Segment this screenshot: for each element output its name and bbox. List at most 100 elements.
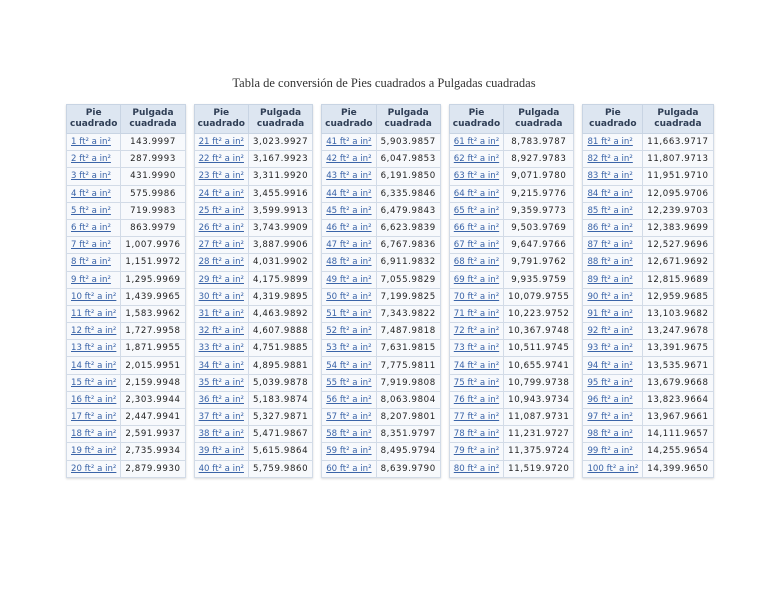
- conversion-link[interactable]: 28 ft² a in²: [193, 253, 249, 272]
- conversion-link[interactable]: 88 ft² a in²: [582, 253, 644, 272]
- conversion-link[interactable]: 14 ft² a in²: [65, 356, 122, 375]
- conversion-link[interactable]: 67 ft² a in²: [448, 236, 505, 255]
- conversion-link[interactable]: 58 ft² a in²: [321, 425, 377, 444]
- conversion-link[interactable]: 73 ft² a in²: [448, 339, 505, 358]
- conversion-link[interactable]: 1 ft² a in²: [65, 132, 122, 152]
- conversion-link[interactable]: 74 ft² a in²: [448, 356, 505, 375]
- conversion-link[interactable]: 99 ft² a in²: [582, 442, 644, 461]
- conversion-link[interactable]: 25 ft² a in²: [193, 201, 249, 220]
- conversion-link[interactable]: 23 ft² a in²: [193, 167, 249, 186]
- conversion-link[interactable]: 78 ft² a in²: [448, 425, 505, 444]
- conversion-link[interactable]: 92 ft² a in²: [582, 322, 644, 341]
- conversion-link[interactable]: 76 ft² a in²: [448, 390, 505, 410]
- conversion-link[interactable]: 43 ft² a in²: [321, 167, 377, 186]
- conversion-link[interactable]: 30 ft² a in²: [193, 287, 249, 306]
- conversion-link[interactable]: 32 ft² a in²: [193, 322, 249, 341]
- conversion-link[interactable]: 57 ft² a in²: [321, 407, 377, 427]
- conversion-link[interactable]: 29 ft² a in²: [193, 270, 249, 289]
- conversion-link[interactable]: 80 ft² a in²: [448, 459, 505, 478]
- conversion-link[interactable]: 98 ft² a in²: [582, 425, 644, 444]
- conversion-link[interactable]: 48 ft² a in²: [321, 253, 377, 272]
- conversion-link[interactable]: 59 ft² a in²: [321, 442, 377, 461]
- conversion-link[interactable]: 63 ft² a in²: [448, 167, 505, 186]
- conversion-link[interactable]: 79 ft² a in²: [448, 442, 505, 461]
- conversion-link[interactable]: 47 ft² a in²: [321, 236, 377, 255]
- conversion-link[interactable]: 90 ft² a in²: [582, 287, 644, 306]
- conversion-link[interactable]: 100 ft² a in²: [582, 459, 644, 478]
- conversion-link[interactable]: 52 ft² a in²: [321, 322, 377, 341]
- conversion-link[interactable]: 33 ft² a in²: [193, 339, 249, 358]
- conversion-link[interactable]: 16 ft² a in²: [65, 390, 122, 410]
- conversion-link[interactable]: 83 ft² a in²: [582, 167, 644, 186]
- conversion-link[interactable]: 75 ft² a in²: [448, 373, 505, 392]
- conversion-link[interactable]: 72 ft² a in²: [448, 322, 505, 341]
- conversion-link[interactable]: 51 ft² a in²: [321, 304, 377, 324]
- conversion-link[interactable]: 85 ft² a in²: [582, 201, 644, 220]
- conversion-link[interactable]: 27 ft² a in²: [193, 236, 249, 255]
- conversion-link[interactable]: 44 ft² a in²: [321, 184, 377, 203]
- conversion-link[interactable]: 5 ft² a in²: [65, 201, 122, 220]
- conversion-link[interactable]: 49 ft² a in²: [321, 270, 377, 289]
- conversion-link[interactable]: 4 ft² a in²: [65, 184, 122, 203]
- conversion-link[interactable]: 91 ft² a in²: [582, 304, 644, 324]
- conversion-link[interactable]: 69 ft² a in²: [448, 270, 505, 289]
- conversion-link[interactable]: 24 ft² a in²: [193, 184, 249, 203]
- conversion-link[interactable]: 34 ft² a in²: [193, 356, 249, 375]
- conversion-link[interactable]: 71 ft² a in²: [448, 304, 505, 324]
- conversion-link[interactable]: 40 ft² a in²: [193, 459, 249, 478]
- conversion-link[interactable]: 50 ft² a in²: [321, 287, 377, 306]
- conversion-link[interactable]: 42 ft² a in²: [321, 150, 377, 169]
- conversion-link[interactable]: 65 ft² a in²: [448, 201, 505, 220]
- conversion-link[interactable]: 96 ft² a in²: [582, 390, 644, 410]
- conversion-link[interactable]: 20 ft² a in²: [65, 459, 122, 478]
- conversion-link[interactable]: 45 ft² a in²: [321, 201, 377, 220]
- conversion-link[interactable]: 7 ft² a in²: [65, 236, 122, 255]
- conversion-link[interactable]: 89 ft² a in²: [582, 270, 644, 289]
- conversion-link[interactable]: 55 ft² a in²: [321, 373, 377, 392]
- conversion-link[interactable]: 66 ft² a in²: [448, 218, 505, 238]
- conversion-link[interactable]: 95 ft² a in²: [582, 373, 644, 392]
- conversion-link[interactable]: 2 ft² a in²: [65, 150, 122, 169]
- conversion-link[interactable]: 3 ft² a in²: [65, 167, 122, 186]
- conversion-link[interactable]: 94 ft² a in²: [582, 356, 644, 375]
- conversion-link[interactable]: 31 ft² a in²: [193, 304, 249, 324]
- conversion-link[interactable]: 19 ft² a in²: [65, 442, 122, 461]
- conversion-link[interactable]: 8 ft² a in²: [65, 253, 122, 272]
- conversion-link[interactable]: 17 ft² a in²: [65, 407, 122, 427]
- conversion-link[interactable]: 81 ft² a in²: [582, 132, 644, 152]
- conversion-link[interactable]: 93 ft² a in²: [582, 339, 644, 358]
- conversion-link[interactable]: 60 ft² a in²: [321, 459, 377, 478]
- conversion-link[interactable]: 13 ft² a in²: [65, 339, 122, 358]
- conversion-link[interactable]: 41 ft² a in²: [321, 132, 377, 152]
- conversion-link[interactable]: 22 ft² a in²: [193, 150, 249, 169]
- conversion-link[interactable]: 54 ft² a in²: [321, 356, 377, 375]
- conversion-link[interactable]: 37 ft² a in²: [193, 407, 249, 427]
- conversion-link[interactable]: 77 ft² a in²: [448, 407, 505, 427]
- conversion-link[interactable]: 26 ft² a in²: [193, 218, 249, 238]
- conversion-link[interactable]: 64 ft² a in²: [448, 184, 505, 203]
- conversion-link[interactable]: 46 ft² a in²: [321, 218, 377, 238]
- conversion-link[interactable]: 9 ft² a in²: [65, 270, 122, 289]
- conversion-link[interactable]: 68 ft² a in²: [448, 253, 505, 272]
- conversion-link[interactable]: 61 ft² a in²: [448, 132, 505, 152]
- conversion-link[interactable]: 82 ft² a in²: [582, 150, 644, 169]
- conversion-link[interactable]: 56 ft² a in²: [321, 390, 377, 410]
- conversion-link[interactable]: 86 ft² a in²: [582, 218, 644, 238]
- conversion-link[interactable]: 53 ft² a in²: [321, 339, 377, 358]
- conversion-link[interactable]: 84 ft² a in²: [582, 184, 644, 203]
- conversion-link[interactable]: 11 ft² a in²: [65, 304, 122, 324]
- conversion-link[interactable]: 12 ft² a in²: [65, 322, 122, 341]
- conversion-link[interactable]: 6 ft² a in²: [65, 218, 122, 238]
- conversion-link[interactable]: 39 ft² a in²: [193, 442, 249, 461]
- conversion-link[interactable]: 38 ft² a in²: [193, 425, 249, 444]
- conversion-link[interactable]: 62 ft² a in²: [448, 150, 505, 169]
- conversion-link[interactable]: 10 ft² a in²: [65, 287, 122, 306]
- conversion-link[interactable]: 97 ft² a in²: [582, 407, 644, 427]
- conversion-link[interactable]: 87 ft² a in²: [582, 236, 644, 255]
- conversion-link[interactable]: 70 ft² a in²: [448, 287, 505, 306]
- conversion-link[interactable]: 21 ft² a in²: [193, 132, 249, 152]
- conversion-link[interactable]: 36 ft² a in²: [193, 390, 249, 410]
- conversion-link[interactable]: 35 ft² a in²: [193, 373, 249, 392]
- conversion-link[interactable]: 15 ft² a in²: [65, 373, 122, 392]
- conversion-link[interactable]: 18 ft² a in²: [65, 425, 122, 444]
